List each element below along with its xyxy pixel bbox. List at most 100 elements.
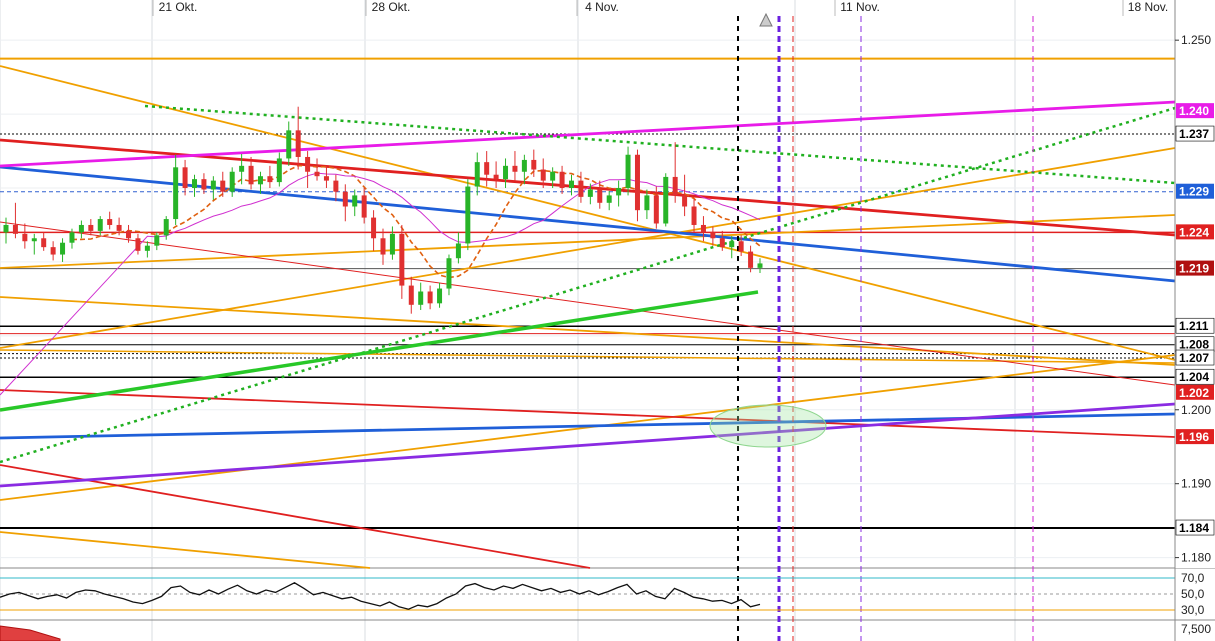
candle-body: [3, 224, 9, 233]
x-tick-label: 18 Nov.: [1128, 0, 1168, 14]
candle-body: [12, 224, 18, 234]
candle-body: [88, 224, 94, 231]
candle-body: [333, 180, 339, 192]
candle-body: [31, 238, 37, 242]
candle-body: [229, 171, 235, 192]
candle-body: [408, 285, 414, 305]
candle-body: [710, 232, 716, 239]
candle-body: [126, 230, 132, 239]
price-tag-label: 1.219: [1179, 262, 1209, 276]
candle-body: [559, 171, 565, 189]
candle-body: [512, 165, 518, 172]
candle-body: [719, 238, 725, 248]
candle-body: [22, 233, 28, 242]
candle-body: [455, 243, 461, 259]
rsi-level-label: 70,0: [1181, 571, 1205, 585]
candle-body: [437, 288, 443, 304]
candle-body: [634, 154, 640, 211]
price-tag-label: 1.224: [1179, 225, 1209, 239]
candle-body: [135, 238, 141, 251]
candle-body: [78, 224, 84, 233]
candle-body: [116, 224, 122, 231]
candle-body: [663, 176, 669, 224]
price-tag-label: 1.240: [1179, 104, 1209, 118]
candle-body: [380, 238, 386, 255]
price-tag-label: 1.208: [1179, 338, 1209, 352]
price-tag-label: 1.211: [1179, 319, 1209, 333]
candle-body: [484, 162, 490, 175]
candle-body: [220, 180, 226, 192]
candle-body: [201, 179, 207, 190]
candle-body: [314, 171, 320, 177]
candle-body: [192, 179, 197, 189]
x-tick-label: 28 Okt.: [372, 0, 411, 14]
y-tick-label: 1.180: [1181, 551, 1211, 565]
candle-body: [625, 154, 631, 189]
candle-body: [352, 195, 358, 207]
candle-body: [748, 251, 754, 268]
candle-body: [182, 167, 188, 189]
y-tick-label: 1.190: [1181, 477, 1211, 491]
candle-body: [682, 195, 688, 207]
candle-body: [616, 188, 622, 196]
candle-body: [729, 241, 735, 248]
price-tag-label: 1.237: [1179, 127, 1209, 141]
x-tick-label: 4 Nov.: [585, 0, 619, 14]
bottom-indicator-label: 7,500: [1181, 622, 1211, 636]
candle-body: [540, 169, 546, 181]
candle-body: [342, 191, 348, 207]
candle-body: [446, 258, 452, 289]
candle-body: [427, 291, 433, 304]
y-tick-label: 1.200: [1181, 403, 1211, 417]
candle-body: [606, 195, 612, 203]
candle-body: [248, 165, 254, 185]
candle-body: [521, 159, 527, 172]
price-tag-label: 1.204: [1179, 370, 1209, 384]
candle-body: [144, 245, 150, 251]
candle-body: [267, 176, 273, 183]
candle-body: [361, 195, 367, 218]
candle-body: [653, 195, 659, 224]
rsi-level-label: 50,0: [1181, 587, 1205, 601]
candle-body: [578, 180, 584, 197]
candle-body: [550, 171, 556, 181]
candle-body: [399, 233, 405, 286]
price-chart: 70,0 50,0 30,0 7,500 21 Okt. 28 Okt. 4 Nov. 11…: [0, 0, 1215, 641]
candle-body: [154, 235, 160, 246]
candle-body: [587, 189, 593, 197]
candle-body: [672, 176, 678, 196]
candle-body: [276, 158, 282, 183]
chart-container: 70,0 50,0 30,0 7,500 21 Okt. 28 Okt. 4 Nov. 11…: [0, 0, 1215, 641]
candle-body: [210, 180, 216, 190]
candle-body: [569, 180, 574, 189]
price-tag-label: 1.184: [1179, 521, 1209, 535]
candle-body: [69, 232, 75, 243]
candle-body: [757, 263, 763, 268]
candle-body: [531, 159, 537, 170]
candle-body: [286, 130, 292, 159]
candle-body: [371, 217, 377, 239]
candle-body: [465, 186, 471, 244]
price-tag-label: 1.196: [1179, 430, 1209, 444]
candle-body: [418, 291, 424, 305]
candle-body: [700, 224, 706, 233]
candle-body: [239, 165, 245, 172]
price-tag-label: 1.207: [1179, 351, 1209, 365]
candle-body: [503, 165, 509, 180]
y-tick-label: 1.250: [1181, 33, 1211, 47]
candle-body: [389, 233, 395, 255]
candle-body: [323, 176, 329, 181]
candle-body: [597, 189, 603, 203]
candle-body: [257, 176, 263, 185]
candle-body: [295, 130, 301, 157]
candle-body: [41, 238, 47, 248]
x-tick-label: 21 Okt.: [159, 0, 198, 14]
candle-body: [107, 219, 113, 225]
candle-body: [173, 167, 179, 220]
candle-body: [305, 156, 311, 172]
price-tag-label: 1.229: [1179, 185, 1209, 199]
candle-body: [163, 219, 169, 236]
candle-body: [50, 247, 56, 255]
candle-body: [738, 241, 744, 252]
candle-body: [691, 206, 697, 225]
